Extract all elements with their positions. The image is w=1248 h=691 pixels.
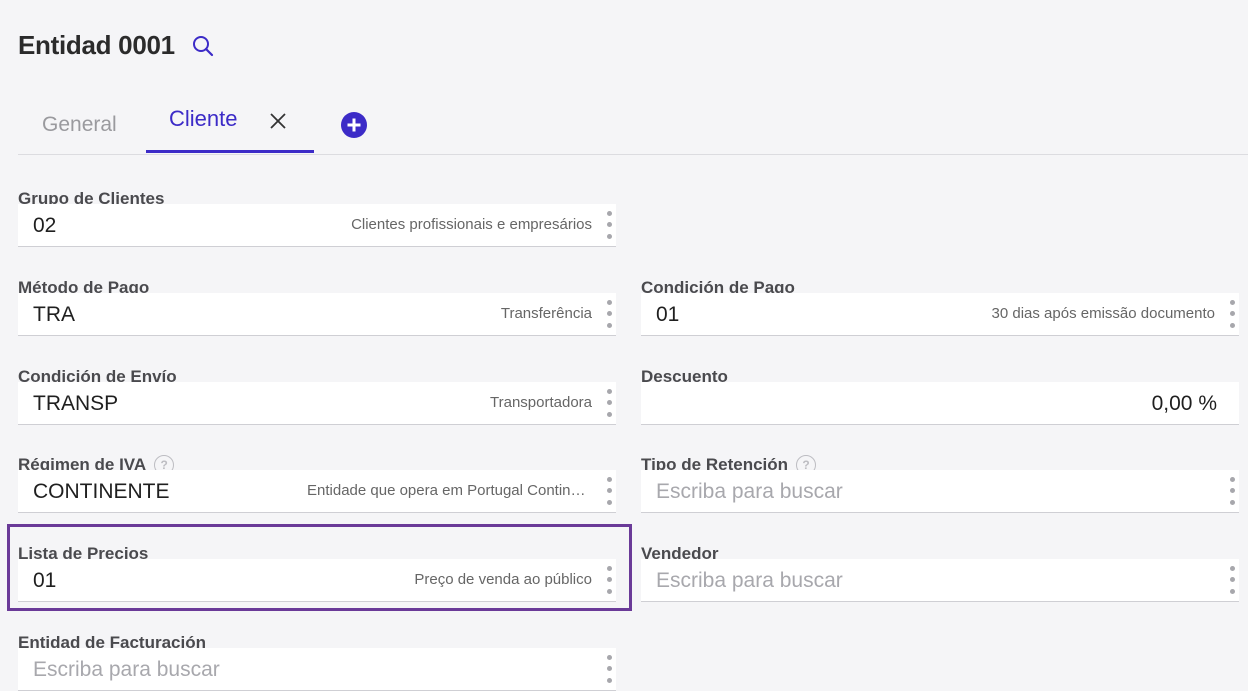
field-value: 02 [33, 214, 57, 237]
field-value: TRANSP [33, 392, 119, 415]
field-description: Transportadora [490, 394, 592, 411]
grupo-clientes-input[interactable]: 02 Clientes profissionais e empresários [18, 204, 616, 247]
tab-cliente-label[interactable]: Cliente [169, 106, 237, 132]
more-vert-icon[interactable] [1225, 297, 1239, 331]
metodo-pago-input[interactable]: TRA Transferência [18, 293, 616, 336]
more-vert-icon[interactable] [602, 474, 616, 508]
vendedor-input[interactable]: Escriba para buscar [641, 559, 1239, 602]
close-icon[interactable] [267, 110, 289, 132]
field-description: Entidade que opera em Portugal Continent… [307, 482, 592, 499]
field-description: Preço de venda ao público [414, 571, 592, 588]
search-icon[interactable] [191, 33, 217, 59]
more-vert-icon[interactable] [602, 297, 616, 331]
field-description: Clientes profissionais e empresários [351, 216, 592, 233]
descuento-input[interactable]: 0,00 % [641, 382, 1239, 425]
more-vert-icon[interactable] [602, 208, 616, 242]
field-value: TRA [33, 303, 75, 326]
field-description: 30 dias após emissão documento [991, 305, 1215, 322]
field-value: CONTINENTE [33, 480, 170, 503]
entidad-facturacion-input[interactable]: Escriba para buscar [18, 648, 616, 691]
field-placeholder: Escriba para buscar [33, 658, 220, 681]
lista-precios-input[interactable]: 01 Preço de venda ao público [18, 559, 616, 602]
page-title: Entidad 0001 [18, 30, 175, 60]
more-vert-icon[interactable] [1225, 563, 1239, 597]
field-value: 0,00 % [1151, 392, 1217, 415]
field-description: Transferência [500, 305, 592, 322]
field-placeholder: Escriba para buscar [656, 569, 843, 592]
tab-bar: General Cliente [18, 96, 1248, 155]
tab-cliente[interactable]: Cliente [146, 96, 314, 153]
page-header: Entidad 0001 [18, 30, 217, 61]
more-vert-icon[interactable] [602, 563, 616, 597]
more-vert-icon[interactable] [1225, 474, 1239, 508]
condicion-pago-input[interactable]: 01 30 dias após emissão documento [641, 293, 1239, 336]
more-vert-icon[interactable] [602, 386, 616, 420]
add-circle-icon[interactable] [340, 111, 368, 139]
field-value: 01 [656, 303, 680, 326]
more-vert-icon[interactable] [602, 652, 616, 686]
field-placeholder: Escriba para buscar [656, 480, 843, 503]
tipo-retencion-input[interactable]: Escriba para buscar [641, 470, 1239, 513]
field-value: 01 [33, 569, 57, 592]
tab-general[interactable]: General [42, 113, 117, 137]
condicion-envio-input[interactable]: TRANSP Transportadora [18, 382, 616, 425]
regimen-iva-input[interactable]: CONTINENTE Entidade que opera em Portuga… [18, 470, 616, 513]
